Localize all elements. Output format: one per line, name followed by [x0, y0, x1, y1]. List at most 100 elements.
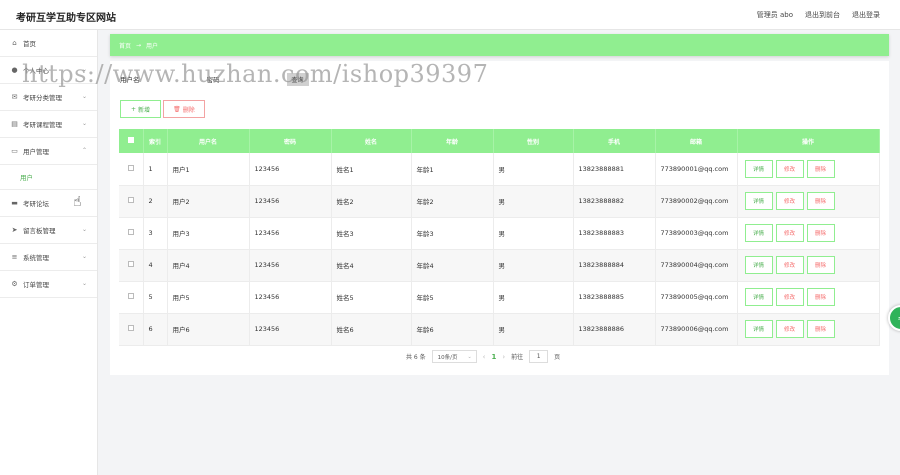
sidebar-item-profile[interactable]: ● 个人中心 ⌄: [0, 57, 97, 84]
table-cell: 年龄6: [411, 313, 494, 346]
sidebar-item-user-mgmt[interactable]: ▭ 用户管理 ⌃: [0, 138, 97, 165]
toolbar: + 新增 🗑 删除: [120, 100, 205, 118]
edit-button[interactable]: 修改: [775, 320, 804, 338]
table-cell: 用户6: [167, 313, 250, 346]
username-input[interactable]: [145, 72, 201, 86]
table-cell: 姓名3: [331, 217, 412, 250]
chevron-up-icon: ⌃: [81, 147, 87, 154]
breadcrumb-separator: →: [136, 41, 142, 49]
table-cell: 姓名2: [331, 185, 412, 218]
column-header: 年龄: [411, 129, 494, 153]
select-all-checkbox[interactable]: [119, 129, 144, 153]
sidebar-item-orders[interactable]: ⚙ 订单管理 ⌄: [0, 271, 97, 298]
table-cell: 123456: [249, 153, 332, 186]
sidebar-item-home[interactable]: ⌂ 首页: [0, 30, 97, 57]
table-cell: 年龄5: [411, 281, 494, 314]
search-button[interactable]: 查询: [286, 72, 309, 86]
table-row: 2 用户2 123456 姓名2 年龄2 男 13823888882 773890002@qq…: [119, 185, 880, 218]
table-cell: 年龄1: [411, 153, 494, 186]
goto-page-input[interactable]: 1: [529, 350, 549, 363]
row-checkbox[interactable]: [119, 217, 144, 250]
table-cell: 123456: [249, 217, 332, 250]
details-button[interactable]: 详情: [744, 320, 773, 338]
site-title: 考研互学互助专区网站: [16, 13, 116, 24]
table-cell: 男: [493, 249, 574, 282]
admin-label: 管理员 abo: [756, 11, 793, 19]
settings-icon: ⚙: [11, 280, 18, 288]
password-input[interactable]: [225, 72, 281, 86]
table-row: 6 用户6 123456 姓名6 年龄6 男 13823888886 773890006@qq…: [119, 313, 880, 346]
sidebar-item-messages[interactable]: ➤ 留言板管理 ⌄: [0, 217, 97, 244]
edit-button[interactable]: 修改: [775, 288, 804, 306]
column-header: 密码: [249, 129, 332, 153]
logout-link[interactable]: 退出登录: [852, 10, 880, 20]
page-number[interactable]: 1: [491, 353, 496, 361]
row-checkbox[interactable]: [119, 185, 144, 218]
go-frontend-link[interactable]: 退出到前台: [805, 10, 840, 20]
table-cell: 773890002@qq.com: [655, 185, 738, 218]
table-cell: 13823888883: [573, 217, 656, 250]
details-button[interactable]: 详情: [744, 224, 773, 242]
page-size-value: 10条/页: [437, 354, 458, 361]
delete-button[interactable]: 删除: [806, 159, 835, 178]
table-cell: 13823888885: [573, 281, 656, 314]
row-checkbox[interactable]: [119, 153, 144, 186]
breadcrumb-home[interactable]: 首页: [119, 41, 131, 50]
sidebar-item-forum[interactable]: ▬ 考研论坛: [0, 190, 97, 217]
table-cell: 用户2: [167, 185, 250, 218]
delete-button[interactable]: 删除: [806, 288, 835, 306]
main-content: 用户名 密码 查询 + 新增 🗑 删除 索引 用户名 密码 姓名 年龄 性别 手…: [110, 61, 889, 375]
sidebar-item-label: 订单管理: [23, 281, 49, 289]
page-size-select[interactable]: 10条/页 ⌄: [431, 350, 477, 363]
edit-button[interactable]: 修改: [775, 224, 804, 242]
batch-delete-button[interactable]: 🗑 删除: [163, 100, 205, 118]
table-cell: 13823888884: [573, 249, 656, 282]
hand-cursor-icon: ☝: [73, 194, 82, 210]
table-cell: 姓名4: [331, 249, 412, 282]
sidebar-item-system[interactable]: ≡ 系统管理 ⌄: [0, 244, 97, 271]
add-button-label: 新增: [138, 106, 151, 114]
row-checkbox[interactable]: [119, 249, 144, 282]
sidebar-subitem-users[interactable]: 用户: [0, 165, 97, 190]
table-cell: 773890004@qq.com: [655, 249, 738, 282]
mail-icon: ✉: [11, 93, 18, 101]
delete-button[interactable]: 删除: [806, 320, 835, 338]
edit-button[interactable]: 修改: [775, 256, 804, 274]
sidebar-item-label: 系统管理: [23, 254, 49, 262]
prev-page-button[interactable]: ‹: [483, 353, 486, 361]
document-icon: ▭: [11, 147, 18, 155]
row-checkbox[interactable]: [119, 281, 144, 314]
home-icon: ⌂: [12, 39, 17, 47]
plus-icon: +: [130, 105, 136, 113]
table-cell: 773890001@qq.com: [655, 153, 738, 186]
row-actions: 详情 修改 删除: [737, 313, 880, 346]
username-label: 用户名: [120, 76, 140, 84]
row-checkbox[interactable]: [119, 313, 144, 346]
goto-suffix: 页: [554, 354, 561, 361]
chevron-down-icon: ⌄: [81, 280, 87, 287]
chevron-down-icon: ⌄: [81, 253, 87, 260]
edit-button[interactable]: 修改: [775, 192, 804, 210]
details-button[interactable]: 详情: [744, 288, 773, 306]
next-page-button[interactable]: ›: [502, 353, 505, 361]
add-button[interactable]: + 新增: [120, 100, 161, 118]
sidebar-item-course[interactable]: ▤ 考研课程管理 ⌄: [0, 111, 97, 138]
table-cell: 年龄3: [411, 217, 494, 250]
sidebar-item-label: 考研分类管理: [23, 94, 62, 102]
chevron-down-icon: ⌄: [467, 353, 472, 360]
delete-button[interactable]: 删除: [806, 192, 835, 210]
sidebar-item-category[interactable]: ✉ 考研分类管理 ⌄: [0, 84, 97, 111]
details-button[interactable]: 详情: [744, 256, 773, 274]
details-button[interactable]: 详情: [744, 159, 773, 178]
table-row: 4 用户4 123456 姓名4 年龄4 男 13823888884 773890004@qq…: [119, 249, 880, 282]
trash-icon: 🗑: [173, 105, 181, 113]
sidebar-item-label: 考研论坛: [23, 200, 49, 208]
edit-button[interactable]: 修改: [775, 159, 804, 178]
delete-button[interactable]: 删除: [806, 224, 835, 242]
delete-button[interactable]: 删除: [806, 256, 835, 274]
floating-action-button[interactable]: ≈: [888, 305, 900, 331]
details-button[interactable]: 详情: [744, 192, 773, 210]
table-cell: 用户4: [167, 249, 250, 282]
table-cell: 用户5: [167, 281, 250, 314]
sidebar-item-label: 用户管理: [23, 148, 49, 156]
